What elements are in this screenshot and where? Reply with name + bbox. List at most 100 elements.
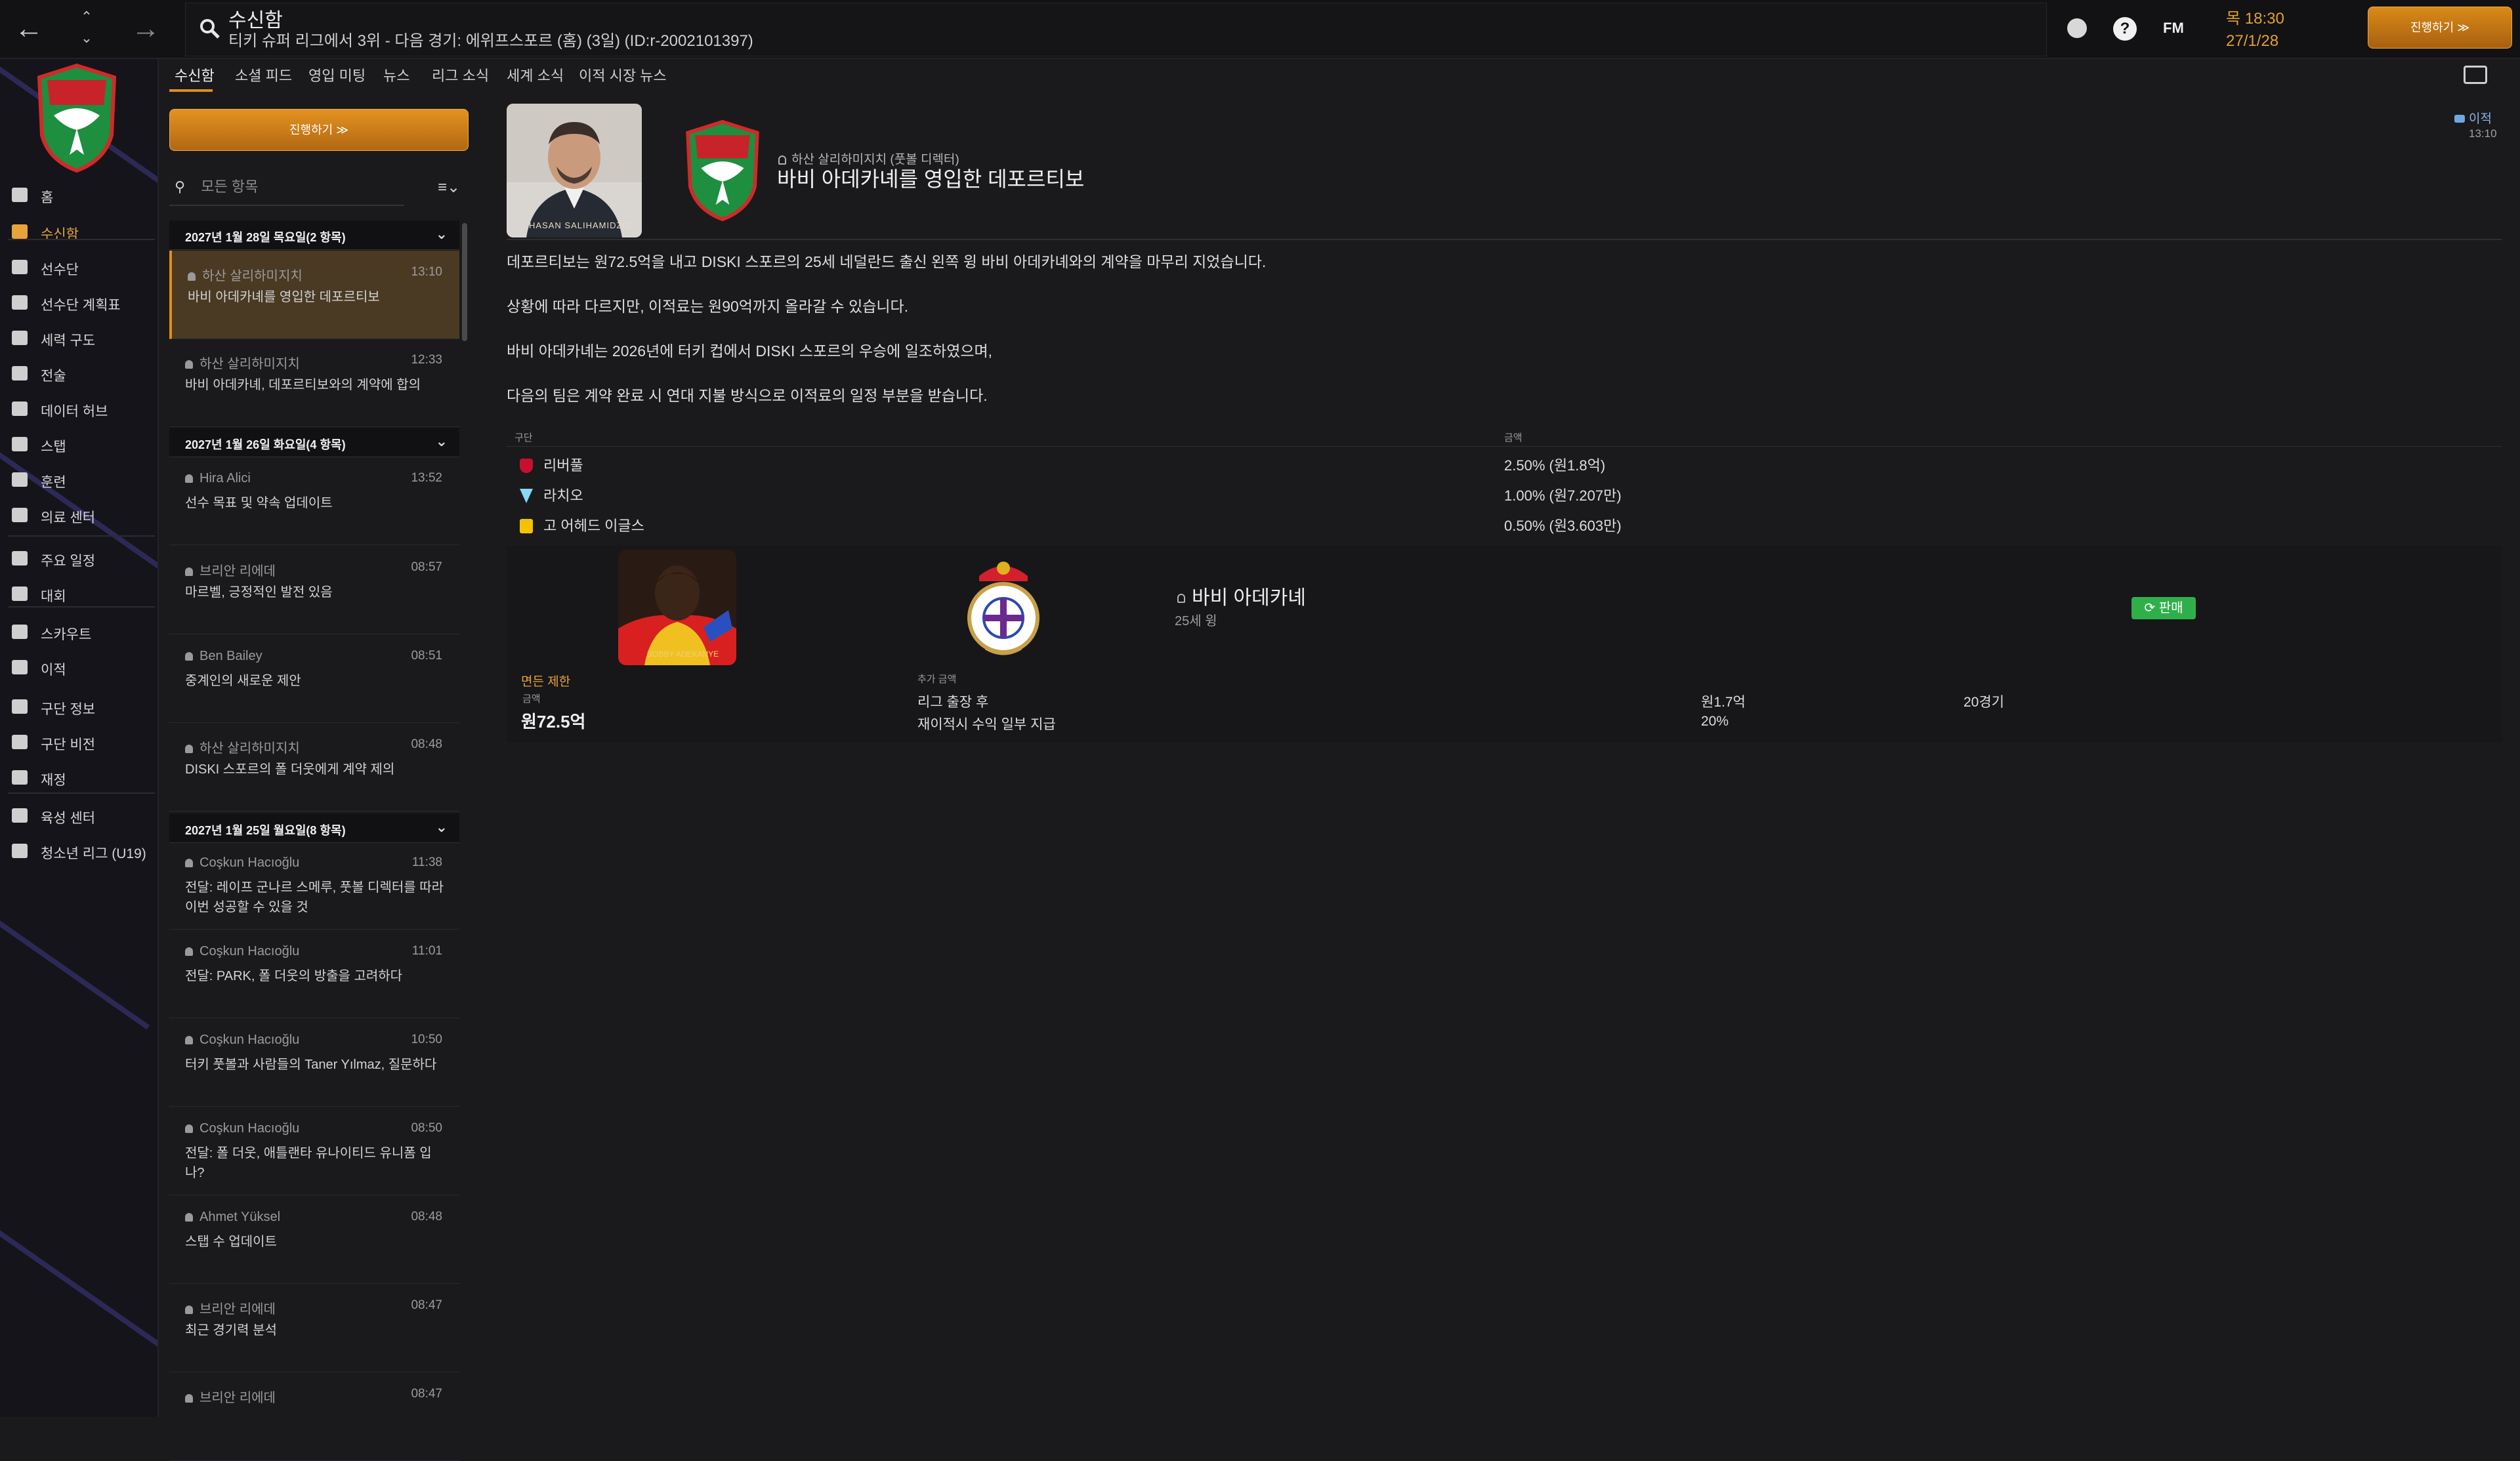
message-sender: 하산 살리하미지치: [188, 265, 303, 284]
tab-transfer-news[interactable]: 이적 시장 뉴스: [579, 64, 667, 85]
sidebar-item-staff[interactable]: 스탭: [0, 429, 158, 458]
sidebar-item-home[interactable]: 홈: [0, 180, 158, 209]
deportivo-crest[interactable]: [959, 556, 1047, 661]
person-icon: [1177, 594, 1185, 603]
message-sender: Coşkun Hacıoğlu: [185, 1033, 299, 1048]
clipboard-icon: [12, 295, 28, 310]
sidebar-item-trophy[interactable]: 대회: [0, 579, 158, 607]
sidebar-item-scout[interactable]: 스카우트: [0, 617, 158, 646]
list-item[interactable]: Coşkun Hacıoğlu 11:01 전달: PARK, 폴 더웃의 방출을 …: [169, 930, 459, 1018]
message-paragraph: 다음의 팀은 계약 완료 시 연대 지불 방식으로 이적료의 일정 부분을 받습…: [507, 387, 988, 404]
refresh-icon: ⟳: [2144, 601, 2156, 615]
sidebar-item-shirt[interactable]: 선수단: [0, 252, 158, 281]
sender-name: Coşkun Hacıoğlu: [200, 1121, 300, 1136]
list-continue-button[interactable]: 진행하기 ≫: [169, 109, 469, 151]
message-sender: Coşkun Hacıoğlu: [185, 855, 299, 871]
date-group-header[interactable]: 2027년 1월 25일 월요일(8 항목) ⌄: [169, 813, 459, 843]
list-item[interactable]: Hira Alici 13:52 선수 목표 및 약속 업데이트: [169, 457, 459, 545]
list-item[interactable]: 하산 살리하미지치 12:33 바비 아데카녜, 데포르티보와의 계약에 합의: [169, 339, 459, 427]
divider: [507, 239, 2502, 240]
list-item[interactable]: Coşkun Hacıoğlu 10:50 터키 풋볼과 사람들의 Taner Yı…: [169, 1018, 459, 1107]
active-tab-underline: [169, 89, 213, 92]
chevron-down-icon[interactable]: ⌄: [436, 819, 448, 836]
search-icon[interactable]: [198, 17, 220, 39]
help-icon[interactable]: ?: [2113, 17, 2137, 41]
filter-menu-icon[interactable]: ≡⌄: [430, 175, 467, 201]
sender-name: Coşkun Hacıoğlu: [200, 944, 300, 958]
sidebar-item-data-hub[interactable]: 데이터 허브: [0, 394, 158, 422]
sidebar-item-label: 주요 일정: [41, 554, 96, 569]
sidebar-item-dynamics[interactable]: 세력 구도: [0, 323, 158, 352]
sidebar-item-clipboard[interactable]: 선수단 계획표: [0, 287, 158, 316]
message-sender: Ahmet Yüksel: [185, 1210, 280, 1225]
forward-arrow-icon[interactable]: →: [126, 9, 165, 49]
up-down-icon[interactable]: ⌃ ⌄: [72, 7, 101, 52]
list-item[interactable]: Coşkun Hacıoğlu 11:38 전달: 레이프 군나르 스메루, 풋볼 …: [169, 841, 459, 930]
sale-badge[interactable]: ⟳ 판매: [2132, 597, 2196, 619]
list-scrollbar[interactable]: [462, 223, 467, 341]
message-subject: 중계인의 새로운 제안: [185, 674, 301, 688]
sidebar-item-inbox[interactable]: 수신함: [0, 216, 158, 245]
sender-name: 하산 살리하미지치: [200, 357, 300, 371]
list-item[interactable]: Coşkun Hacıoğlu 08:50 전달: 폴 더웃, 애틀랜타 유나이티드…: [169, 1107, 459, 1195]
tab-world-news[interactable]: 세계 소식: [507, 64, 564, 85]
tag-icon: [2454, 115, 2465, 123]
club-row-go-ahead-eagles[interactable]: 고 어헤드 이글스: [520, 514, 644, 535]
list-item[interactable]: 브리안 리에데 08:57 마르벨, 긍정적인 발전 있음: [169, 546, 459, 634]
club-amount: 2.50% (원1.8억): [1504, 457, 1606, 474]
list-item[interactable]: Ahmet Yüksel 08:48 스탭 수 업데이트: [169, 1195, 459, 1284]
sidebar-item-label: 구단 비전: [41, 737, 96, 752]
date-time[interactable]: 목 18:30 27/1/28: [2226, 8, 2284, 52]
continue-button[interactable]: 진행하기 ≫: [2368, 7, 2512, 49]
message-sender: 브리안 리에데: [185, 1387, 276, 1406]
scout-icon: [12, 625, 28, 639]
chevron-down-icon[interactable]: ⌄: [436, 433, 448, 450]
sidebar-item-tactics[interactable]: 전술: [0, 358, 158, 387]
list-item[interactable]: 하산 살리하미지치 08:48 DISKI 스포르의 폴 더웃에게 계약 제의: [169, 723, 459, 812]
message-time: 08:51: [411, 649, 442, 663]
calendar-icon: [12, 551, 28, 566]
sidebar-item-calendar[interactable]: 주요 일정: [0, 543, 158, 572]
sidebar-item-finance[interactable]: 재정: [0, 762, 158, 791]
message-sender: Coşkun Hacıoğlu: [185, 944, 299, 959]
tab-recruitment-meeting[interactable]: 영입 미팅: [308, 64, 366, 85]
person-icon: [188, 272, 196, 281]
sender-name: Coşkun Hacıoğlu: [200, 855, 300, 870]
chevron-down-icon[interactable]: ⌄: [436, 226, 448, 243]
column-header-amount: 금액: [1504, 432, 1522, 443]
extra-condition: 리그 출장 후: [917, 695, 989, 710]
player-photo[interactable]: [618, 550, 736, 665]
filter-input[interactable]: ⚲ 모든 항목: [169, 169, 404, 206]
sidebar-item-label: 선수단: [41, 262, 79, 278]
sidebar-item-training[interactable]: 훈련: [0, 464, 158, 493]
sidebar-item-transfer[interactable]: 이적: [0, 652, 158, 681]
list-item[interactable]: 브리안 리에데 08:47 최근 경기력 분석: [169, 1284, 459, 1372]
mask-icon[interactable]: [2067, 18, 2087, 38]
person-icon: [185, 745, 193, 753]
tab-social-feed[interactable]: 소셜 피드: [235, 64, 292, 85]
person-icon: [185, 567, 193, 576]
tab-league-news[interactable]: 리그 소식: [432, 64, 489, 85]
extra-detail: 20경기: [1964, 695, 2004, 710]
club-row-liverpool[interactable]: 리버풀: [520, 454, 583, 475]
back-arrow-icon[interactable]: ←: [9, 9, 49, 49]
date-group-header[interactable]: 2027년 1월 28일 목요일(2 항목) ⌄: [169, 220, 459, 250]
list-item[interactable]: Ben Bailey 08:51 중계인의 새로운 제안: [169, 634, 459, 723]
shirt-icon: [12, 260, 28, 274]
sidebar-item-youth[interactable]: 청소년 리그 (U19): [0, 836, 158, 865]
development-icon: [12, 808, 28, 823]
player-name[interactable]: 바비 아데카녜: [1177, 581, 1306, 610]
sidebar-item-development[interactable]: 육성 센터: [0, 800, 158, 829]
sender-name: 하산 살리하미지치: [202, 269, 303, 283]
fm-logo[interactable]: FM: [2163, 20, 2184, 37]
club-row-lazio[interactable]: 라치오: [520, 484, 583, 505]
tab-inbox[interactable]: 수신함: [175, 64, 215, 85]
list-item[interactable]: 하산 살리하미지치 13:10 바비 아데카녜를 영입한 데포르티보: [169, 251, 459, 339]
club-crest[interactable]: [34, 63, 119, 173]
sidebar-item-shield[interactable]: 구단 정보: [0, 691, 158, 720]
date-group-header[interactable]: 2027년 1월 26일 화요일(4 항목) ⌄: [169, 428, 459, 457]
sidebar-item-vision[interactable]: 구단 비전: [0, 727, 158, 756]
layout-icon[interactable]: [2464, 66, 2487, 84]
sidebar-item-medical[interactable]: 의료 센터: [0, 500, 158, 529]
tab-news[interactable]: 뉴스: [383, 64, 410, 85]
